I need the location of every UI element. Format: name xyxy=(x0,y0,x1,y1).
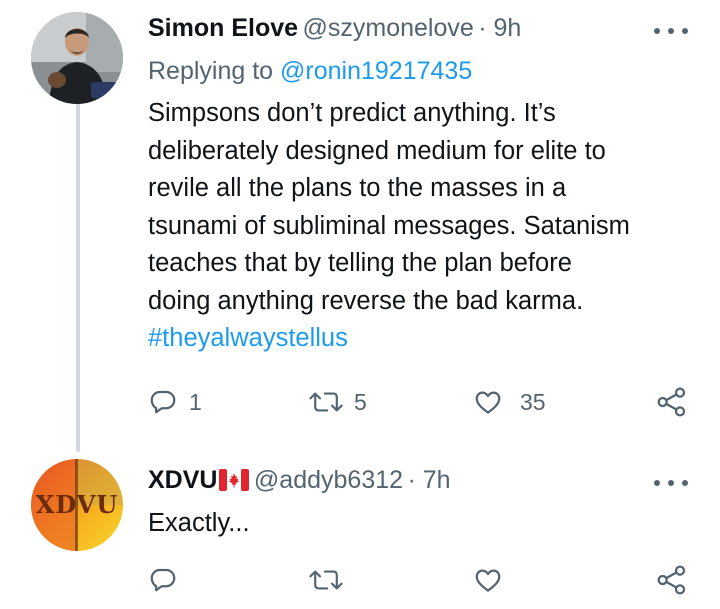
author-handle[interactable]: @addyb6312 xyxy=(254,466,403,494)
author-name[interactable]: Simon Elove xyxy=(148,14,298,42)
reply-button[interactable]: 1 xyxy=(148,387,202,417)
retweet-icon xyxy=(309,392,343,412)
tweet1-actions: 1 5 35 xyxy=(148,385,693,419)
more-icon[interactable] xyxy=(654,26,688,36)
share-icon xyxy=(657,565,686,595)
retweet-button[interactable]: 5 xyxy=(308,387,367,417)
replying-to-label: Replying to xyxy=(148,57,274,85)
tweet1-text: Simpsons don’t predict anything. It’s de… xyxy=(148,95,630,358)
share-button[interactable] xyxy=(656,386,688,418)
tweet2-text: Exactly... xyxy=(148,509,250,537)
tweet-text-line: Simpsons don’t predict anything. It’s xyxy=(148,99,556,127)
author-handle[interactable]: @szymonelove xyxy=(303,14,474,42)
share-button[interactable] xyxy=(656,564,688,596)
tweet-time[interactable]: · 7h xyxy=(407,466,450,494)
retweet-count: 5 xyxy=(354,388,367,415)
replying-to-link[interactable]: @ronin19217435 xyxy=(280,57,472,85)
tweet2-header: XDVU @addyb6312 · 7h xyxy=(148,466,451,495)
hashtag-link[interactable]: #theyalwaystellus xyxy=(148,320,630,358)
like-button[interactable]: 35 xyxy=(472,387,546,417)
reply-icon xyxy=(150,390,176,414)
author-name[interactable]: XDVU xyxy=(148,466,217,494)
tweet-text-line: teaches that by telling the plan before xyxy=(148,249,572,277)
more-icon[interactable] xyxy=(654,478,688,488)
tweet2-actions xyxy=(148,563,693,597)
like-count: 35 xyxy=(520,388,546,415)
like-icon xyxy=(475,569,501,592)
retweet-button[interactable] xyxy=(308,565,344,595)
reply-count: 1 xyxy=(189,388,202,415)
tweet-text-line: tsunami of subliminal messages. Satanism xyxy=(148,211,630,240)
avatar-xdvu[interactable]: XDVU xyxy=(31,459,123,551)
reply-button[interactable] xyxy=(148,565,178,595)
thread-line xyxy=(76,102,80,452)
avatar-simon[interactable] xyxy=(31,12,123,104)
replying-to: Replying to @ronin19217435 xyxy=(148,57,472,86)
tweet-text-line: deliberately designed medium for elite t… xyxy=(148,136,606,165)
like-icon xyxy=(475,391,501,414)
tweet-text-line: revile all the plans to the masses in a xyxy=(148,174,567,202)
tweet-time[interactable]: · 9h xyxy=(478,14,521,42)
canada-flag-icon xyxy=(219,469,250,491)
avatar-text: XDVU xyxy=(36,490,119,519)
reply-icon xyxy=(150,568,176,592)
share-icon xyxy=(657,387,686,417)
retweet-icon xyxy=(309,570,343,590)
tweet1-header: Simon Elove @szymonelove · 9h xyxy=(148,14,521,43)
tweet-text-line: doing anything reverse the bad karma. xyxy=(148,286,584,315)
like-button[interactable] xyxy=(472,565,504,595)
